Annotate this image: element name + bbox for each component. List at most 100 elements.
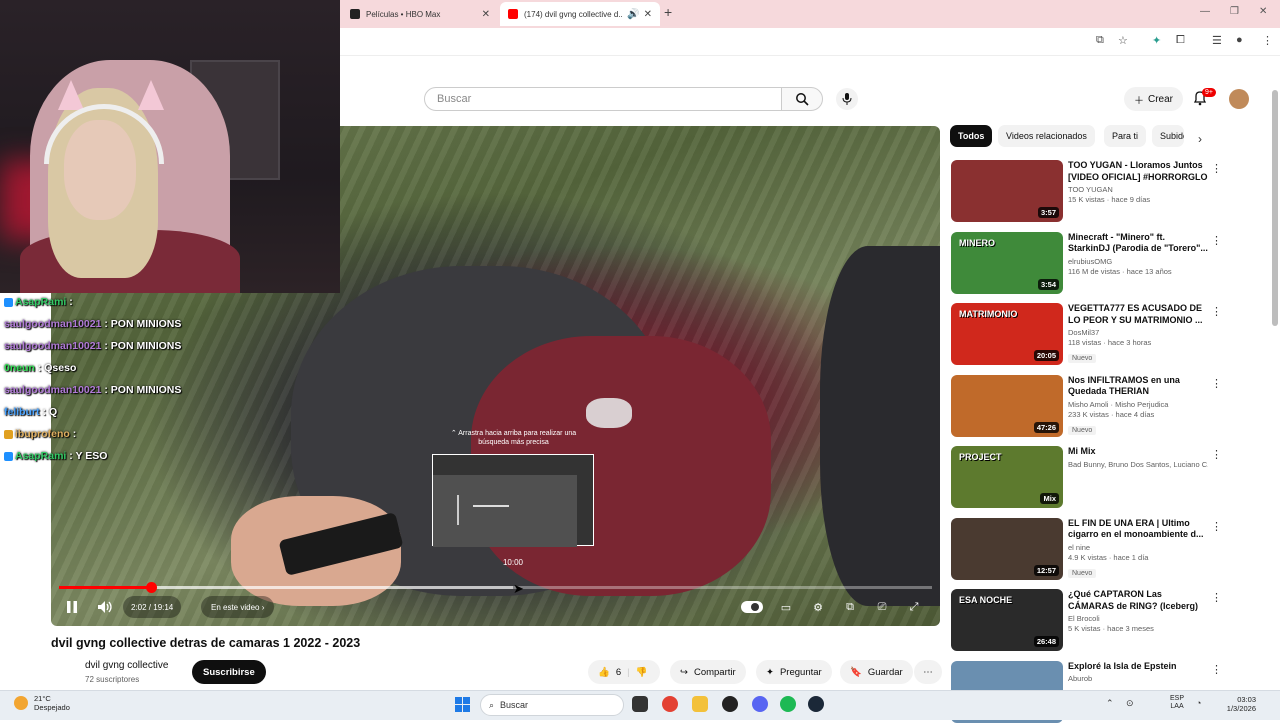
- video-title[interactable]: VEGETTA777 ES ACUSADO DE LO PEOR Y SU MA…: [1068, 303, 1208, 326]
- profile-icon[interactable]: ●: [1236, 34, 1243, 46]
- save-button[interactable]: 🔖 Guardar: [840, 660, 913, 684]
- channel-name[interactable]: Bad Bunny, Bruno Dos Santos, Luciano C..…: [1068, 460, 1208, 469]
- chapter-button[interactable]: En este video ›: [201, 596, 275, 618]
- channel-name[interactable]: Misho Amoli · Misho Perjudica: [1068, 400, 1208, 409]
- subtitles-button[interactable]: ▭: [775, 596, 797, 618]
- minimize-icon[interactable]: —: [1200, 6, 1210, 17]
- more-options-icon[interactable]: ⋮: [1211, 663, 1222, 676]
- cast-button[interactable]: ⎚: [871, 596, 893, 618]
- channel-name[interactable]: dvil gvng collective: [85, 660, 168, 671]
- taskbar-search[interactable]: ⌕ Buscar: [480, 694, 624, 716]
- ask-button[interactable]: ✦ Preguntar: [756, 660, 832, 684]
- video-title[interactable]: Mi Mix: [1068, 446, 1208, 458]
- browser-menu-icon[interactable]: ⋮: [1262, 34, 1273, 47]
- channel-name[interactable]: el nine: [1068, 543, 1208, 552]
- channel-name[interactable]: DosMil37: [1068, 328, 1208, 337]
- video-thumbnail[interactable]: 12:57: [951, 517, 1063, 580]
- pause-button[interactable]: [61, 596, 83, 618]
- more-options-icon[interactable]: ⋮: [1211, 162, 1222, 175]
- language-indicator[interactable]: ESP LAA: [1170, 695, 1184, 712]
- chip-todos[interactable]: Todos: [950, 125, 993, 147]
- recommended-video[interactable]: 47:26 Nos INFILTRAMOS en una Quedada THER…: [951, 374, 1271, 437]
- obs-icon[interactable]: [722, 696, 738, 712]
- tab-hbo-max[interactable]: Películas • HBO Max ✕: [342, 2, 498, 26]
- more-options-icon[interactable]: ⋮: [1211, 234, 1222, 247]
- windows-start-icon[interactable]: [455, 697, 470, 712]
- video-title[interactable]: Nos INFILTRAMOS en una Quedada THERIAN: [1068, 375, 1208, 398]
- more-actions-button[interactable]: ⋯: [914, 660, 942, 684]
- chrome-icon[interactable]: [662, 696, 678, 712]
- video-title[interactable]: Exploré la Isla de Epstein: [1068, 661, 1208, 673]
- video-thumbnail[interactable]: MATRIMONIO 20:05: [951, 303, 1063, 365]
- recommended-video[interactable]: ESA NOCHE 26:48 ¿Qué CAPTARON Las CÁMARAS …: [951, 589, 1271, 651]
- new-tab-icon[interactable]: +: [664, 4, 672, 20]
- search-button[interactable]: [781, 87, 823, 111]
- more-options-icon[interactable]: ⋮: [1211, 591, 1222, 604]
- recommended-video[interactable]: MATRIMONIO 20:05 VEGETTA777 ES ACUSADO DE …: [951, 303, 1271, 365]
- discord-icon[interactable]: [752, 696, 768, 712]
- recommended-video[interactable]: MINERO 3:54 Minecraft - "Minero" ft. Stark…: [951, 231, 1271, 294]
- channel-avatar[interactable]: [51, 659, 77, 685]
- video-title[interactable]: TOO YUGAN - Lloramos Juntos [VIDEO OFICI…: [1068, 160, 1208, 183]
- fullscreen-button[interactable]: ⤢: [903, 596, 925, 618]
- like-icon[interactable]: 👍: [598, 667, 610, 678]
- create-button[interactable]: ＋ Crear: [1124, 87, 1184, 111]
- settings-button[interactable]: ⚙: [807, 596, 829, 618]
- video-thumbnail[interactable]: MINERO 3:54: [951, 231, 1063, 294]
- video-title[interactable]: EL FIN DE UNA ERA | Ultimo cigarro en el…: [1068, 518, 1208, 541]
- bookmark-star-icon[interactable]: ☆: [1118, 34, 1128, 47]
- tray-app-icon[interactable]: ⊙: [1126, 698, 1134, 709]
- channel-name[interactable]: El Brocoli: [1068, 614, 1208, 623]
- extensions-puzzle-icon[interactable]: ⧠: [1176, 34, 1185, 47]
- share-button[interactable]: ↪ Compartir: [670, 660, 746, 684]
- recommended-video[interactable]: 12:57 EL FIN DE UNA ERA | Ultimo cigarro …: [951, 517, 1271, 580]
- video-title[interactable]: ¿Qué CAPTARON Las CÁMARAS de RING? (Iceb…: [1068, 589, 1208, 612]
- scrubber-handle[interactable]: [145, 582, 157, 593]
- audio-icon[interactable]: 🔊: [627, 9, 639, 20]
- recommended-video[interactable]: PROJECT Mix Mi Mix Bad Bunny, Bruno Dos San…: [951, 446, 1271, 508]
- steam-icon[interactable]: [808, 696, 824, 712]
- task-view-icon[interactable]: [632, 696, 648, 712]
- media-control-icon[interactable]: ☰: [1212, 34, 1222, 47]
- volume-button[interactable]: [95, 596, 117, 618]
- video-title[interactable]: Minecraft - "Minero" ft. StarkinDJ (Paro…: [1068, 232, 1208, 255]
- taskbar-clock[interactable]: 03:03 1/3/2026: [1212, 695, 1256, 713]
- voice-search-button[interactable]: [836, 88, 858, 110]
- weather-widget[interactable]: 21°C Despejado: [14, 694, 70, 713]
- more-options-icon[interactable]: ⋮: [1211, 448, 1222, 461]
- chip-para-ti[interactable]: Para ti: [1104, 125, 1147, 147]
- close-window-icon[interactable]: ✕: [1259, 6, 1267, 17]
- tab-youtube[interactable]: (174) dvil gvng collective d... 🔊 ✕: [500, 2, 660, 26]
- video-thumbnail[interactable]: 3:57: [951, 160, 1063, 222]
- search-input[interactable]: Buscar: [424, 87, 782, 111]
- more-options-icon[interactable]: ⋮: [1211, 377, 1222, 390]
- subscribe-button[interactable]: Suscribirse: [192, 660, 266, 684]
- progress-bar[interactable]: [59, 582, 932, 593]
- tray-chevron-icon[interactable]: ⌃: [1106, 698, 1114, 709]
- autoplay-toggle[interactable]: [741, 601, 763, 613]
- miniplayer-button[interactable]: ⧉: [839, 596, 861, 618]
- close-tab-icon[interactable]: ✕: [482, 9, 490, 20]
- video-thumbnail[interactable]: PROJECT Mix: [951, 446, 1063, 508]
- video-thumbnail[interactable]: ESA NOCHE 26:48: [951, 589, 1063, 651]
- chevron-right-icon[interactable]: ›: [1198, 132, 1202, 146]
- more-options-icon[interactable]: ⋮: [1211, 520, 1222, 533]
- channel-name[interactable]: TOO YUGAN: [1068, 185, 1208, 194]
- dislike-icon[interactable]: 👎: [636, 667, 648, 678]
- recommended-video[interactable]: 3:57 TOO YUGAN - Lloramos Juntos [VIDEO O…: [951, 160, 1271, 222]
- spotify-icon[interactable]: [780, 696, 796, 712]
- chip-videos-relacionados[interactable]: Videos relacionados: [998, 125, 1095, 147]
- file-explorer-icon[interactable]: [692, 696, 708, 712]
- close-tab-icon[interactable]: ✕: [644, 9, 652, 20]
- video-thumbnail[interactable]: 47:26: [951, 374, 1063, 437]
- wifi-icon[interactable]: ◔: [1196, 698, 1201, 708]
- extension-icon[interactable]: ✦: [1152, 34, 1161, 47]
- channel-name[interactable]: elrubiusOMG: [1068, 257, 1208, 266]
- account-avatar[interactable]: [1229, 89, 1249, 109]
- restore-icon[interactable]: ❐: [1230, 6, 1239, 17]
- install-app-icon[interactable]: ⧉: [1096, 34, 1104, 47]
- chip-subidos[interactable]: Subidos: [1152, 125, 1184, 147]
- channel-name[interactable]: Aburob: [1068, 674, 1208, 683]
- page-scrollbar[interactable]: [1272, 90, 1278, 326]
- more-options-icon[interactable]: ⋮: [1211, 305, 1222, 318]
